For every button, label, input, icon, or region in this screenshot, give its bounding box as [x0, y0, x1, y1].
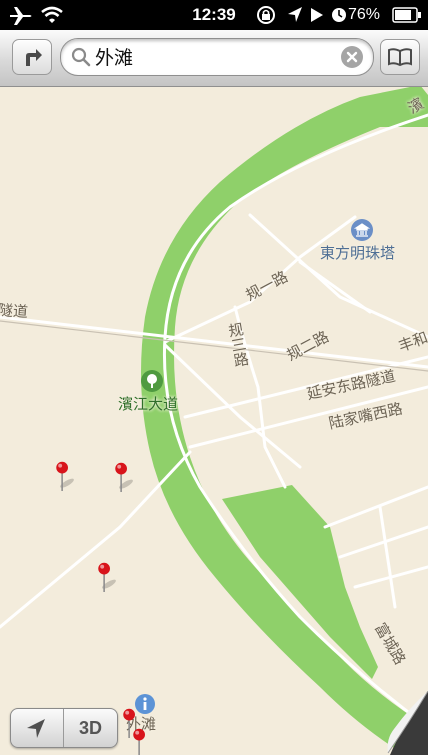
- map-view[interactable]: 東方明珠塔 濱江大道 规一路 规三路 规二路 延安东路隧道 陆家嘴西路 富城路 …: [0, 87, 428, 755]
- map-pin[interactable]: [113, 455, 139, 503]
- search-icon: [71, 47, 91, 67]
- battery-percentage: 76%: [347, 6, 380, 23]
- label-tunnel-fragment: 隧道: [0, 300, 29, 322]
- directions-arrow-icon: [26, 49, 42, 66]
- map-controls: 3D: [10, 708, 118, 748]
- clear-search-button[interactable]: [341, 46, 363, 68]
- close-icon: [346, 51, 358, 63]
- 3d-toggle-button[interactable]: 3D: [64, 709, 117, 747]
- search-input[interactable]: [95, 43, 335, 69]
- park-tree-icon[interactable]: [140, 369, 164, 393]
- label-oriental-pearl-tower: 東方明珠塔: [320, 244, 396, 262]
- search-toolbar: [0, 30, 428, 87]
- map-pin[interactable]: [54, 454, 80, 502]
- directions-button[interactable]: [12, 39, 52, 75]
- rotation-lock-icon: [257, 6, 275, 24]
- page-curl-button[interactable]: [380, 691, 428, 755]
- alarm-clock-icon: [332, 8, 346, 22]
- bookmarks-button[interactable]: [380, 39, 420, 75]
- location-arrow-icon: [27, 719, 45, 738]
- book-icon: [388, 48, 412, 67]
- play-icon: [311, 8, 323, 22]
- landmark-icon[interactable]: [350, 218, 374, 242]
- map-pin[interactable]: [96, 555, 122, 603]
- map-pin[interactable]: [131, 721, 157, 755]
- locate-me-button[interactable]: [11, 709, 64, 747]
- search-field[interactable]: [60, 38, 374, 76]
- location-arrow-icon: [288, 7, 302, 22]
- status-bar: 12:39 76%: [0, 0, 428, 30]
- label-binjiang-avenue: 濱江大道: [118, 395, 179, 413]
- battery-icon: [392, 7, 421, 23]
